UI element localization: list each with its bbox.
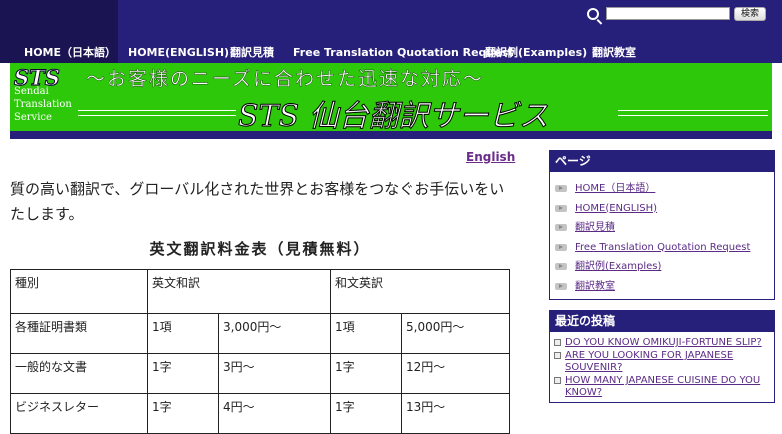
cell-unit: 1字 [147,353,219,394]
sidebar-page-item: 翻訳見積 [550,218,774,238]
cell-type: 各種証明書類 [10,313,148,354]
nav-item-quote[interactable]: 翻訳見積 [230,43,274,63]
english-link[interactable]: English [466,150,515,164]
company-line-2: Translation [14,99,72,110]
cell-unit: 1項 [147,313,219,354]
sidebar-link-free-quote[interactable]: Free Translation Quotation Request [575,238,750,258]
nav-item-home-en[interactable]: HOME(ENGLISH) [128,43,229,63]
cell-type: ビジネスレター [10,393,148,434]
sidebar-link-quote[interactable]: 翻訳見積 [575,218,615,238]
sidebar-page-item: HOME（日本語） [550,179,774,199]
cell-price: 13円〜 [401,393,510,434]
arrow-bullet-icon [555,204,567,212]
banner-rule-right [618,110,768,116]
pages-widget-title: ページ [549,150,775,172]
square-bullet-icon [554,352,561,359]
banner-company-name: Sendai Translation Service [14,85,72,124]
arrow-bullet-icon [555,243,567,251]
post-link[interactable]: DO YOU KNOW OMIKUJI-FORTUNE SLIP? [565,337,762,348]
sidebar-link-examples[interactable]: 翻訳例(Examples) [575,257,661,277]
search-input[interactable] [606,7,730,20]
cell-price: 3円〜 [218,353,331,394]
sidebar: ページ HOME（日本語） HOME(ENGLISH) 翻訳見積 Free Tr… [549,150,775,403]
table-row: 各種証明書類 1項 3,000円〜 1項 5,000円〜 [10,313,510,354]
cell-price: 12円〜 [401,353,510,394]
widget-gap [549,300,775,310]
cell-price: 5,000円〜 [401,313,510,354]
banner-catchphrase: ～お客様のニーズに合わせた迅速な対応～ [86,68,485,90]
list-item: ARE YOU LOOKING FOR JAPANESE SOUVENIR? [550,350,770,375]
sidebar-link-home-en[interactable]: HOME(ENGLISH) [575,199,657,219]
banner-bottom-bar [10,131,772,139]
sidebar-page-item: 翻訳教室 [550,277,774,297]
header-type: 種別 [10,269,148,314]
main-nav: HOME（日本語） HOME(ENGLISH) 翻訳見積 Free Transl… [0,43,782,63]
nav-item-home-jp[interactable]: HOME（日本語） [10,43,118,63]
cell-unit: 1項 [330,313,402,354]
intro-text: 質の高い翻訳で、グローバル化された世界とお客様をつなぐお手伝いをいたします。 [10,180,505,223]
cell-unit: 1字 [147,393,219,434]
cell-unit: 1字 [330,353,402,394]
banner-title: STS 仙台翻訳サービス [238,99,550,132]
cell-price: 4円〜 [218,393,331,434]
company-line-1: Sendai [14,86,49,97]
header-ja-en: 和文英訳 [330,269,510,314]
nav-item-class[interactable]: 翻訳教室 [592,43,636,63]
price-table-title: 英文翻訳料金表（見積無料） [149,240,371,258]
sidebar-page-item: HOME(ENGLISH) [550,199,774,219]
table-row: 一般的な文書 1字 3円〜 1字 12円〜 [10,353,510,394]
square-bullet-icon [554,377,561,384]
nav-item-free-quote[interactable]: Free Translation Quotation Request [293,43,514,63]
arrow-bullet-icon [555,263,567,270]
recent-posts-widget: DO YOU KNOW OMIKUJI-FORTUNE SLIP? ARE YO… [549,332,775,403]
cell-unit: 1字 [330,393,402,434]
arrow-bullet-icon [555,224,567,231]
sidebar-link-class[interactable]: 翻訳教室 [575,277,615,297]
cell-type: 一般的な文書 [10,353,148,394]
header-en-ja: 英文和訳 [147,269,331,314]
post-link[interactable]: ARE YOU LOOKING FOR JAPANESE SOUVENIR? [565,350,733,373]
pages-widget: HOME（日本語） HOME(ENGLISH) 翻訳見積 Free Transl… [549,172,775,300]
sidebar-page-item: Free Translation Quotation Request [550,238,774,258]
cell-price: 3,000円〜 [218,313,331,354]
list-item: HOW MANY JAPANESE CUISINE DO YOU KNOW? [550,375,770,400]
search-button[interactable]: 検索 [734,7,766,21]
table-row: ビジネスレター 1字 4円〜 1字 13円〜 [10,393,510,434]
company-line-3: Service [14,112,52,123]
arrow-bullet-icon [555,185,567,192]
site-header: 検索 HOME（日本語） HOME(ENGLISH) 翻訳見積 Free Tra… [0,0,782,63]
nav-item-examples[interactable]: 翻訳例(Examples) [485,43,587,63]
search-icon[interactable] [587,8,599,20]
list-item: DO YOU KNOW OMIKUJI-FORTUNE SLIP? [550,337,770,350]
banner-rule-left [78,110,236,116]
recent-posts-title: 最近の投稿 [549,310,775,332]
sidebar-page-item: 翻訳例(Examples) [550,257,774,277]
post-link[interactable]: HOW MANY JAPANESE CUISINE DO YOU KNOW? [565,375,760,398]
arrow-bullet-icon [555,282,567,290]
sidebar-link-home-jp[interactable]: HOME（日本語） [575,179,655,199]
table-header-row: 種別 英文和訳 和文英訳 [10,269,510,314]
header-banner[interactable]: STS ～お客様のニーズに合わせた迅速な対応～ Sendai Translati… [10,63,772,131]
square-bullet-icon [554,339,561,346]
price-table: 種別 英文和訳 和文英訳 各種証明書類 1項 3,000円〜 1項 5,000円… [10,269,510,434]
